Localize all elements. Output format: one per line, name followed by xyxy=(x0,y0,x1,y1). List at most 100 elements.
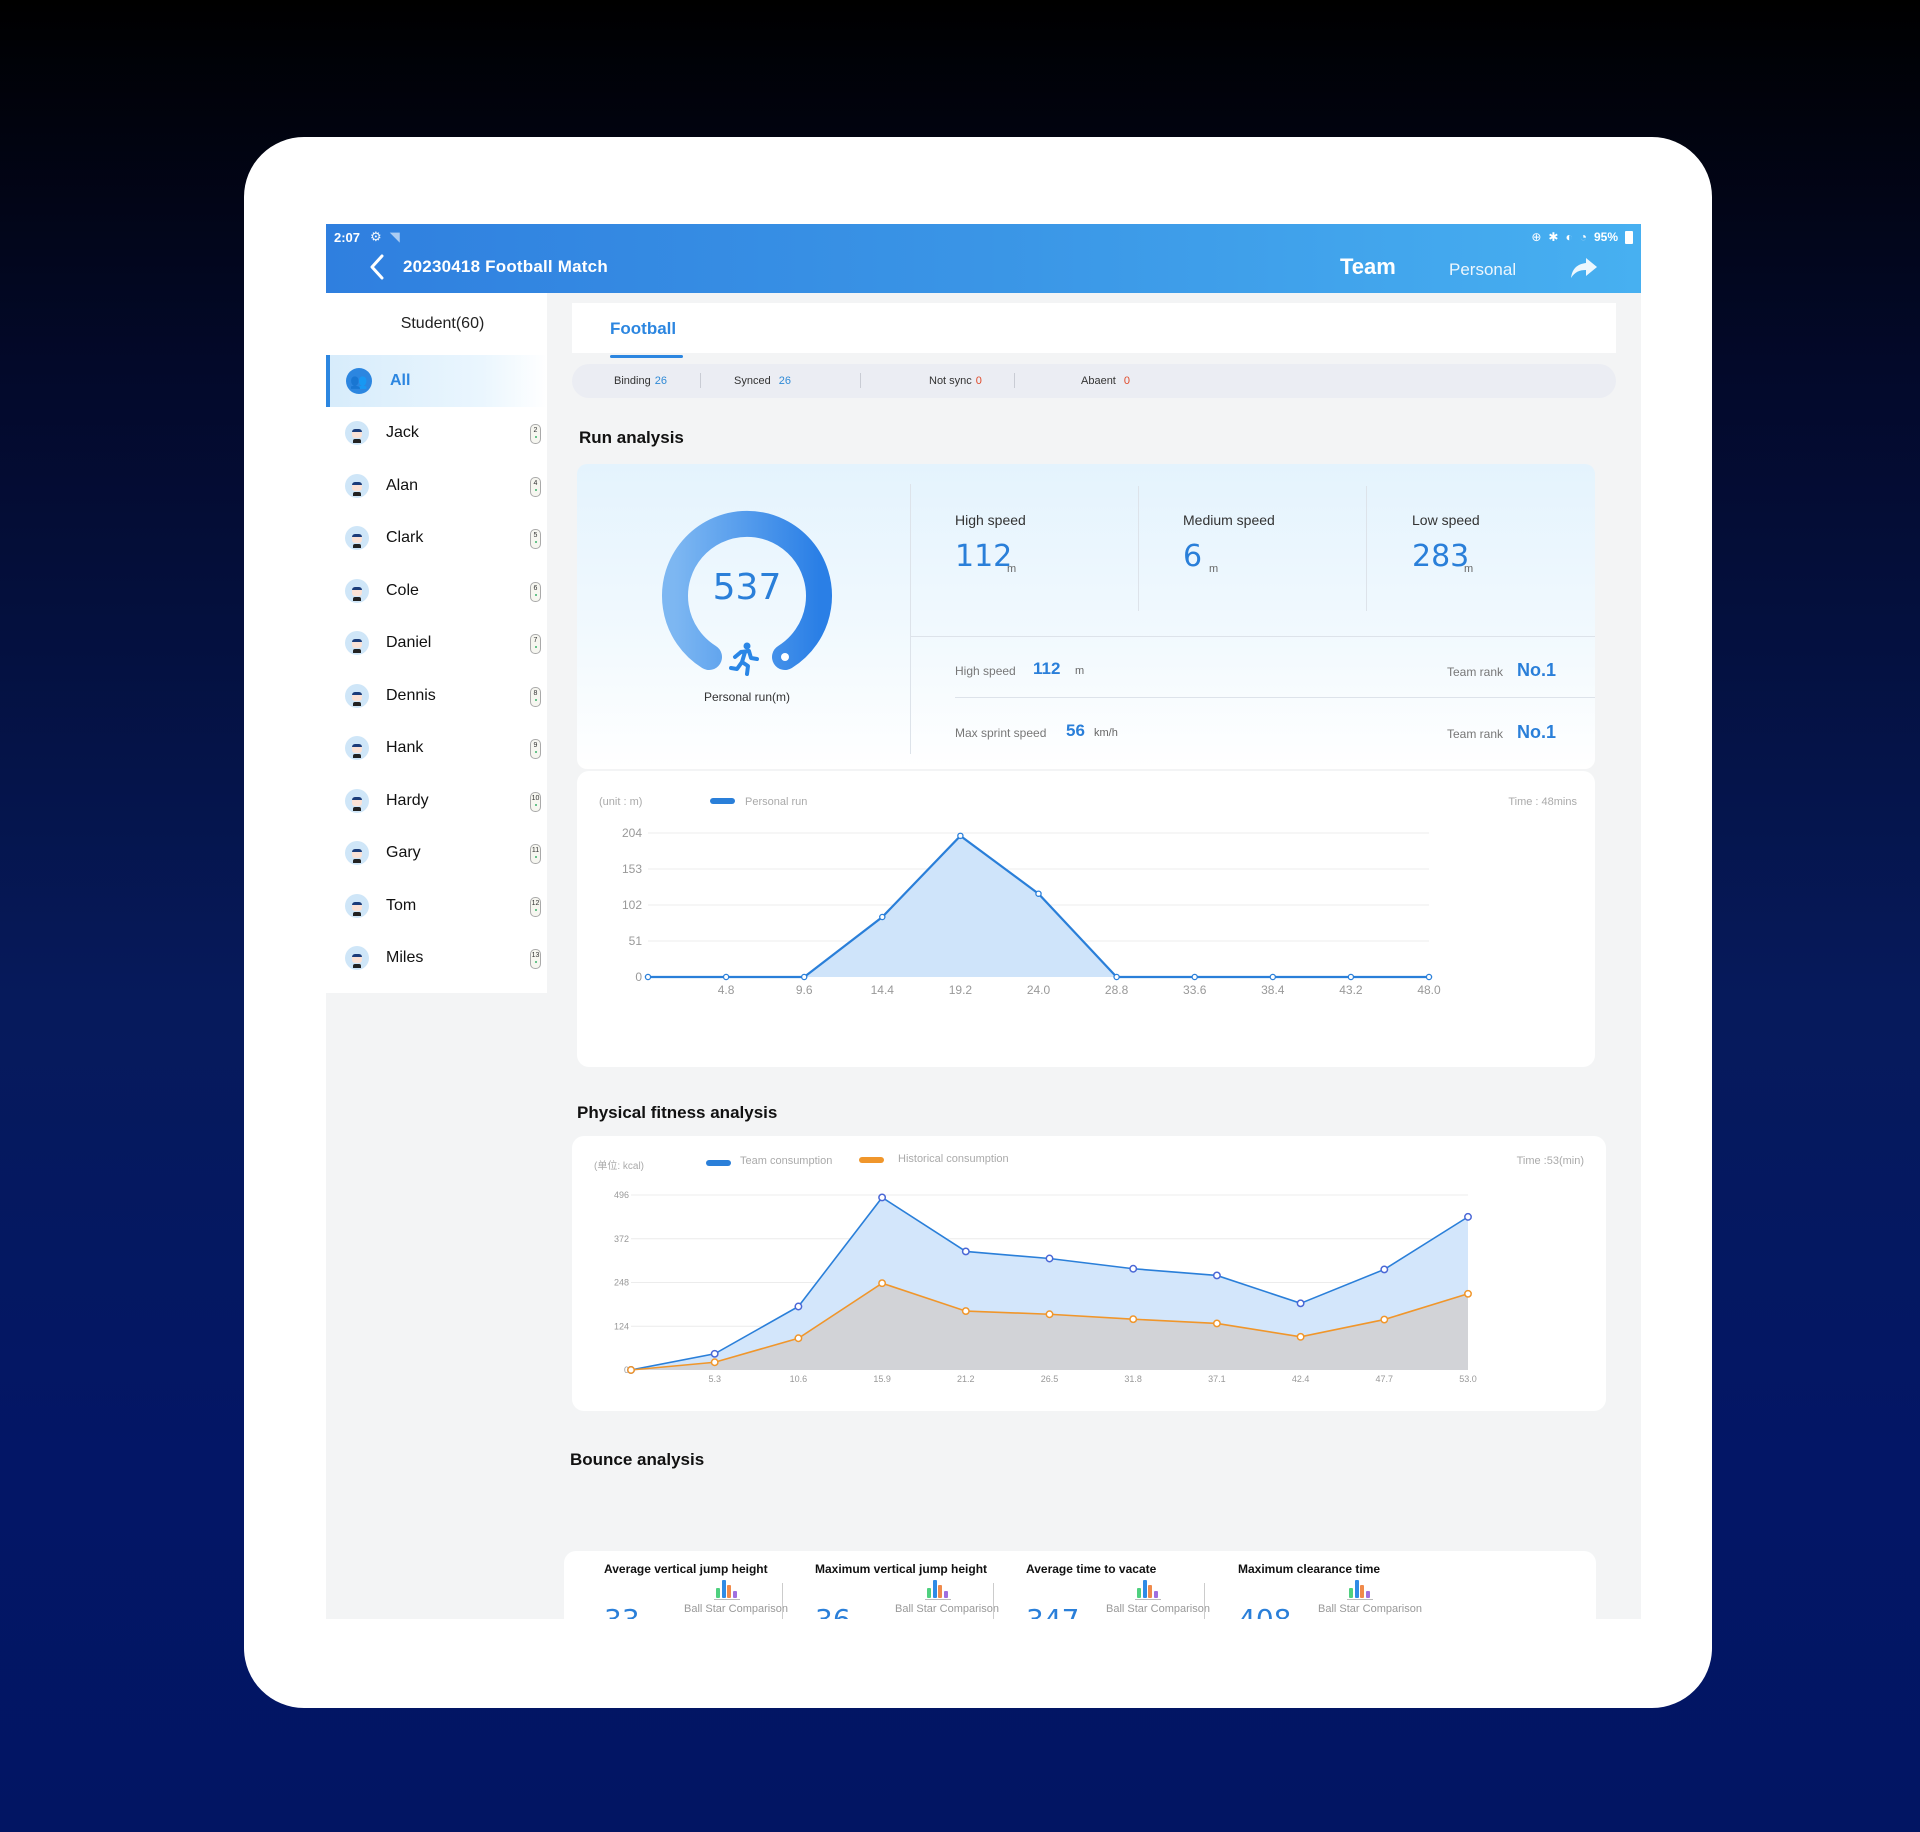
bounce-metric-title: Average vertical jump height xyxy=(604,1562,768,1576)
sidebar-item-student[interactable]: Gary 11 xyxy=(326,827,547,880)
bounce-metric-title: Maximum vertical jump height xyxy=(815,1562,988,1576)
app-header: 2:07 ⚙ ◥ ⊕ ✱ ◐ ◔ 95% 20230418 Football M… xyxy=(326,224,1641,293)
sidebar-item-all[interactable]: 👥 All xyxy=(326,355,547,407)
bounce-card: Average vertical jump height33cmBall Sta… xyxy=(564,1551,1596,1619)
sidebar-item-student[interactable]: Daniel 7 xyxy=(326,617,547,670)
avatar xyxy=(345,421,369,446)
avatar xyxy=(345,736,369,761)
bounce-metric-value: 408 xyxy=(1238,1603,1291,1619)
device-badge: 6 xyxy=(530,581,541,602)
sync-not-sync: Not sync 0 xyxy=(929,375,982,387)
tab-team[interactable]: Team xyxy=(1340,254,1396,280)
app-screen: 2:07 ⚙ ◥ ⊕ ✱ ◐ ◔ 95% 20230418 Football M… xyxy=(326,224,1641,1619)
device-badge: 7 xyxy=(530,634,541,654)
device-badge: 4 xyxy=(530,476,541,497)
sidebar-item-student[interactable]: Tom 12 xyxy=(326,880,547,933)
personal-run-value: 537 xyxy=(712,567,782,608)
bar-chart-icon[interactable] xyxy=(1135,1580,1161,1600)
back-button[interactable] xyxy=(366,252,388,282)
share-icon xyxy=(1571,258,1597,278)
avatar xyxy=(345,841,369,866)
student-name: Miles xyxy=(386,949,424,967)
x-tick-label: 9.6 xyxy=(796,983,813,997)
avatar xyxy=(345,578,369,603)
student-name: Alan xyxy=(386,476,419,494)
y-tick-label: 372 xyxy=(614,1234,629,1244)
ball-star-comparison-link[interactable]: Ball Star Comparison xyxy=(684,1603,788,1615)
group-icon: 👥 xyxy=(346,368,372,394)
team-rank-value: No.1 xyxy=(1517,660,1557,680)
tab-personal[interactable]: Personal xyxy=(1449,260,1516,280)
x-tick-label: 37.1 xyxy=(1208,1374,1226,1384)
y-tick-label: 248 xyxy=(614,1278,629,1288)
data-point xyxy=(1425,973,1433,981)
ball-star-comparison-link[interactable]: Ball Star Comparison xyxy=(895,1603,999,1615)
x-tick-label: 24.0 xyxy=(1027,983,1051,997)
divider xyxy=(1138,486,1139,611)
sidebar-item-student[interactable]: Hardy 10 xyxy=(326,775,547,828)
data-point xyxy=(1212,1319,1221,1328)
sidebar-item-student[interactable]: Hank 9 xyxy=(326,722,547,775)
student-name: Hardy xyxy=(386,791,429,809)
signal-icon: ◔ xyxy=(1579,230,1587,244)
sync-value: 26 xyxy=(654,375,667,387)
data-point xyxy=(1296,1332,1305,1341)
student-name: Cole xyxy=(386,581,419,599)
high-speed-row-label: High speed xyxy=(955,664,1016,678)
max-sprint-value: 56 xyxy=(1066,721,1085,740)
team-rank-value: No.1 xyxy=(1517,722,1557,742)
bounce-metric-title: Average time to vacate xyxy=(1026,1562,1157,1576)
sidebar-item-student[interactable]: Cole 6 xyxy=(326,565,547,618)
x-tick-label: 33.6 xyxy=(1183,983,1207,997)
bar-chart-icon[interactable] xyxy=(714,1580,740,1600)
data-point xyxy=(1129,1315,1138,1324)
data-point xyxy=(961,1247,970,1256)
x-tick-label: 21.2 xyxy=(957,1374,975,1384)
divider xyxy=(860,373,861,388)
ball-star-comparison-link[interactable]: Ball Star Comparison xyxy=(1318,1603,1422,1615)
run-chart-card: (unit : m) Personal run Time : 48mins 05… xyxy=(577,771,1595,1067)
vibrate-icon: ◐ xyxy=(1565,230,1573,244)
x-tick-label: 53.0 xyxy=(1459,1374,1477,1384)
divider xyxy=(1014,373,1015,388)
sidebar-item-student[interactable]: Jack 2 xyxy=(326,407,547,460)
bar-chart-icon[interactable] xyxy=(1347,1580,1373,1600)
data-point xyxy=(627,1366,635,1374)
sport-tabbar: Football xyxy=(572,303,1616,358)
sidebar-item-student[interactable]: Alan 4 xyxy=(326,460,547,513)
bounce-metric-value: 347 xyxy=(1026,1603,1079,1619)
sync-label: Binding xyxy=(614,375,651,387)
battery-icon xyxy=(1625,230,1633,244)
avatar xyxy=(345,526,369,551)
bounce-metric-value: 33 xyxy=(604,1603,640,1619)
ball-star-comparison-link[interactable]: Ball Star Comparison xyxy=(1106,1603,1210,1615)
data-point xyxy=(1035,890,1042,897)
avatar xyxy=(345,893,369,918)
data-point xyxy=(1113,973,1120,981)
data-point xyxy=(794,1334,803,1343)
y-tick-label: 124 xyxy=(614,1321,629,1331)
divider xyxy=(1366,486,1367,611)
y-tick-label: 496 xyxy=(614,1190,629,1200)
data-point xyxy=(1045,1310,1054,1319)
share-button[interactable] xyxy=(1570,256,1598,280)
max-sprint-unit: km/h xyxy=(1094,727,1118,739)
tab-football[interactable]: Football xyxy=(610,319,676,339)
high-speed-row-value: 112 xyxy=(1033,659,1061,678)
personal-run-label: Personal run(m) xyxy=(703,690,791,704)
sync-synced: Synced 26 xyxy=(734,375,791,387)
avatar xyxy=(345,788,369,813)
x-tick-label: 38.4 xyxy=(1261,983,1285,997)
sidebar-item-student[interactable]: Dennis 8 xyxy=(326,670,547,723)
student-name: Daniel xyxy=(386,634,432,652)
student-list: 👥 All Jack 2 Alan 4 Clark 5 Cole 6 Daniel 7 Dennis 8 H… xyxy=(326,355,547,985)
x-tick-label: 19.2 xyxy=(949,983,973,997)
run-summary-card: 537 Personal run(m) High speed 112 m Med… xyxy=(577,464,1595,769)
sidebar-item-student[interactable]: Miles 13 xyxy=(326,932,547,985)
data-point xyxy=(878,1279,887,1288)
high-speed-value: 112 xyxy=(955,539,1013,574)
sidebar-item-student[interactable]: Clark 5 xyxy=(326,512,547,565)
sync-label: Abaent xyxy=(1081,375,1116,387)
device-badge: 12 xyxy=(530,896,541,917)
bar-chart-icon[interactable] xyxy=(925,1580,951,1600)
